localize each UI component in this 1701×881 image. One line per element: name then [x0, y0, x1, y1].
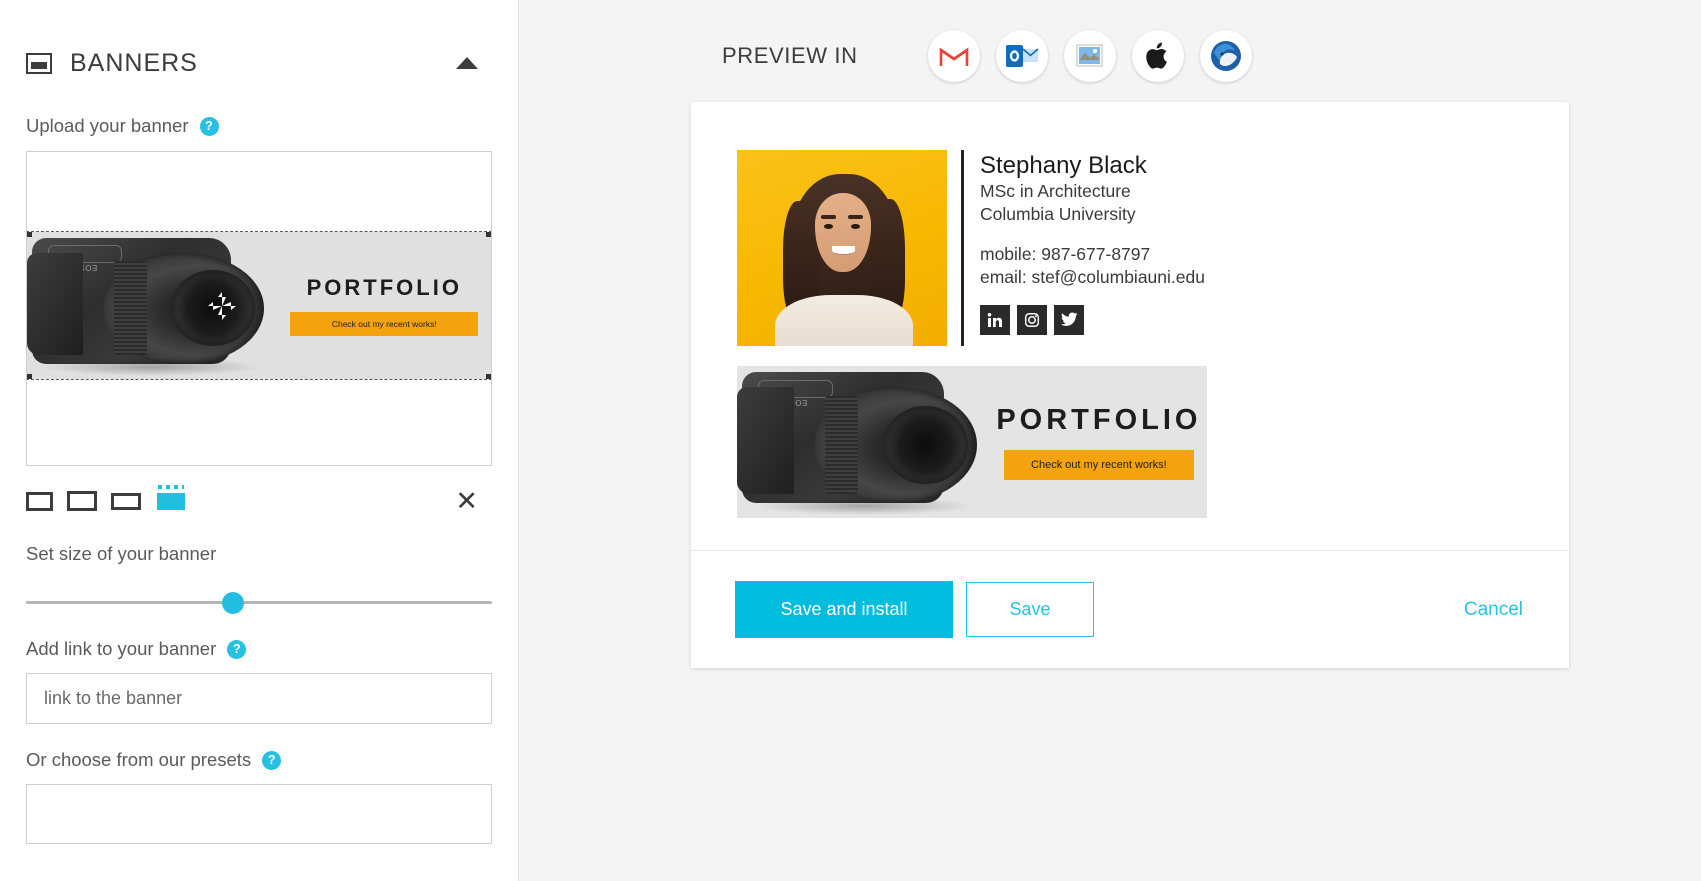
- save-button[interactable]: Save: [966, 582, 1094, 637]
- signature-banner-cta[interactable]: Check out my recent works!: [1003, 450, 1195, 480]
- signature-top-row: Stephany Black MSc in Architecture Colum…: [737, 150, 1569, 346]
- instagram-icon[interactable]: [1017, 304, 1047, 335]
- page-title: BANNERS: [70, 48, 198, 77]
- photo-smile: [831, 246, 855, 255]
- preview-panel: PREVIEW IN Stephany Black MSc in Archite…: [519, 0, 1701, 881]
- signature-camera-shadow: [752, 496, 975, 515]
- add-link-label: Add link to your banner ?: [0, 638, 518, 660]
- signature-divider: [961, 150, 964, 346]
- banner-upload-area[interactable]: EOS 70D PORTFOLIO Check out my recent wo…: [26, 151, 492, 466]
- banner-link-input[interactable]: [26, 673, 492, 724]
- banners-panel: BANNERS Upload your banner ? EOS 70D: [0, 0, 519, 881]
- help-icon-upload[interactable]: ?: [199, 116, 219, 136]
- slider-thumb[interactable]: [222, 592, 245, 614]
- signature-name: Stephany Black: [980, 152, 1147, 179]
- set-size-label-text: Set size of your banner: [26, 543, 217, 564]
- save-and-install-button[interactable]: Save and install: [735, 581, 953, 638]
- thunderbird-icon[interactable]: [1199, 30, 1252, 82]
- crop-handle-bl[interactable]: [27, 374, 32, 379]
- signature-spacer: [980, 227, 1205, 243]
- signature-camera-grip: [737, 387, 794, 494]
- banner-crop-frame[interactable]: EOS 70D PORTFOLIO Check out my recent wo…: [27, 231, 491, 380]
- preview-toolbar: PREVIEW IN: [519, 0, 1701, 82]
- photo-eye-left: [824, 223, 833, 229]
- gmail-icon[interactable]: [927, 30, 980, 82]
- photo-shoulders: [774, 295, 914, 346]
- upload-banner-label-text: Upload your banner: [26, 115, 189, 136]
- banner-text-block: PORTFOLIO Check out my recent works!: [278, 232, 491, 379]
- shape-rect-selected-button[interactable]: [157, 484, 185, 510]
- crop-handle-br[interactable]: [486, 374, 491, 379]
- preview-in-label: PREVIEW IN: [722, 43, 858, 68]
- photo-brow-right: [848, 214, 863, 219]
- apple-icon[interactable]: [1131, 30, 1184, 82]
- shape-rect-1-button[interactable]: [26, 491, 53, 511]
- upload-banner-label: Upload your banner ?: [0, 115, 518, 137]
- signature-title: MSc in Architecture: [980, 181, 1131, 202]
- panel-header: BANNERS: [0, 0, 518, 90]
- twitter-icon[interactable]: [1054, 304, 1084, 335]
- help-icon-presets[interactable]: ?: [262, 750, 282, 770]
- help-icon-link[interactable]: ?: [227, 639, 247, 659]
- linkedin-icon[interactable]: [980, 304, 1010, 335]
- signature-details: Stephany Black MSc in Architecture Colum…: [980, 150, 1205, 346]
- crop-handle-tl[interactable]: [27, 232, 32, 237]
- signature-body: Stephany Black MSc in Architecture Colum…: [691, 102, 1569, 518]
- crop-handle-tr[interactable]: [486, 232, 491, 237]
- presets-gallery[interactable]: [26, 784, 492, 844]
- banner-size-slider[interactable]: [0, 591, 518, 614]
- signature-phone: mobile: 987-677-8797: [980, 243, 1151, 264]
- shape-rect-2-button[interactable]: [67, 491, 97, 511]
- camera-illustration: EOS 70D: [27, 232, 282, 379]
- presets-label: Or choose from our presets ?: [0, 749, 518, 771]
- signature-banner-text: PORTFOLIO Check out my recent works!: [991, 366, 1207, 518]
- signature-banner-headline: PORTFOLIO: [996, 404, 1202, 436]
- signature-actions: Save and install Save Cancel: [691, 550, 1569, 668]
- camera-focus-ring: [113, 261, 147, 356]
- photo-eye-right: [851, 223, 861, 229]
- banner-shape-toolbar: ✕: [0, 484, 518, 518]
- photo-brow-left: [821, 214, 836, 219]
- close-x-icon[interactable]: ✕: [455, 487, 478, 515]
- outlook-icon[interactable]: [995, 30, 1048, 82]
- shape-rect-3-button[interactable]: [111, 492, 141, 510]
- camera-shadow: [42, 358, 262, 377]
- signature-organization: Columbia University: [980, 204, 1136, 225]
- add-link-label-text: Add link to your banner: [26, 638, 217, 659]
- app-root: BANNERS Upload your banner ? EOS 70D: [0, 0, 1701, 881]
- signature-camera-focus-ring: [824, 396, 859, 494]
- caret-up-icon[interactable]: [456, 57, 478, 69]
- presets-label-text: Or choose from our presets: [26, 749, 252, 770]
- signature-social-links: [980, 304, 1205, 335]
- set-size-label: Set size of your banner: [0, 543, 518, 565]
- avatar: [737, 150, 947, 346]
- banner-cta[interactable]: Check out my recent works!: [290, 312, 479, 336]
- signature-banner[interactable]: EOS 70D PORTFOLIO Check out my recent wo…: [737, 366, 1207, 518]
- cancel-button[interactable]: Cancel: [1458, 598, 1529, 622]
- camera-grip: [27, 252, 84, 356]
- signature-camera-illustration: EOS 70D: [737, 366, 996, 518]
- signature-email: email: stef@columbiauni.edu: [980, 266, 1205, 287]
- apple-mail-icon[interactable]: [1063, 30, 1116, 82]
- signature-preview-card: Stephany Black MSc in Architecture Colum…: [691, 102, 1569, 668]
- banner-icon: [26, 52, 52, 74]
- slider-track[interactable]: [26, 601, 492, 604]
- banner-headline: PORTFOLIO: [306, 275, 462, 300]
